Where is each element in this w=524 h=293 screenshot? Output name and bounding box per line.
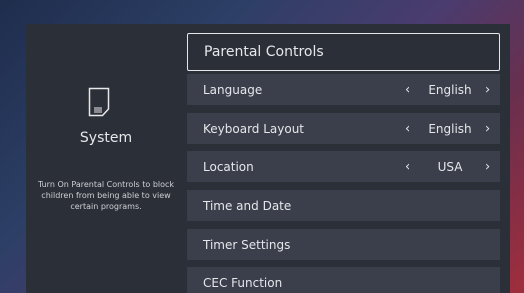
chevron-left-icon[interactable]: ‹: [405, 82, 410, 97]
keyboard-layout-value: English: [428, 121, 472, 136]
menu-item-timer-settings[interactable]: Timer Settings: [187, 229, 500, 260]
category-description: Turn On Parental Controls to block child…: [37, 180, 175, 211]
menu-item-label: Timer Settings: [203, 237, 291, 252]
menu-item-label: Language: [203, 82, 263, 97]
category-info-pane: System Turn On Parental Controls to bloc…: [26, 24, 186, 293]
menu-item-label: CEC Function: [203, 275, 283, 290]
chevron-right-icon[interactable]: ›: [485, 82, 490, 97]
settings-menu: Parental Controls Language ‹ English › K…: [187, 33, 500, 293]
menu-item-location[interactable]: Location ‹ USA ›: [187, 151, 500, 182]
tv-screen: System Turn On Parental Controls to bloc…: [0, 0, 524, 293]
menu-item-time-and-date[interactable]: Time and Date: [187, 190, 500, 221]
menu-item-parental-controls[interactable]: Parental Controls: [187, 33, 500, 71]
settings-panel: System Turn On Parental Controls to bloc…: [26, 24, 510, 293]
language-value: English: [428, 82, 472, 97]
chevron-right-icon[interactable]: ›: [485, 121, 490, 136]
menu-item-label: Parental Controls: [204, 44, 324, 60]
chevron-right-icon[interactable]: ›: [485, 159, 490, 174]
menu-item-label: Location: [203, 159, 254, 174]
menu-item-keyboard-layout[interactable]: Keyboard Layout ‹ English ›: [187, 113, 500, 144]
chevron-left-icon[interactable]: ‹: [405, 159, 410, 174]
menu-item-label: Keyboard Layout: [203, 121, 305, 136]
category-title: System: [79, 130, 133, 146]
chevron-left-icon[interactable]: ‹: [405, 121, 410, 136]
sd-card-icon: [88, 87, 110, 117]
location-value: USA: [437, 159, 463, 174]
menu-item-language[interactable]: Language ‹ English ›: [187, 74, 500, 105]
menu-item-cec-function[interactable]: CEC Function: [187, 267, 500, 293]
menu-item-label: Time and Date: [203, 198, 292, 213]
